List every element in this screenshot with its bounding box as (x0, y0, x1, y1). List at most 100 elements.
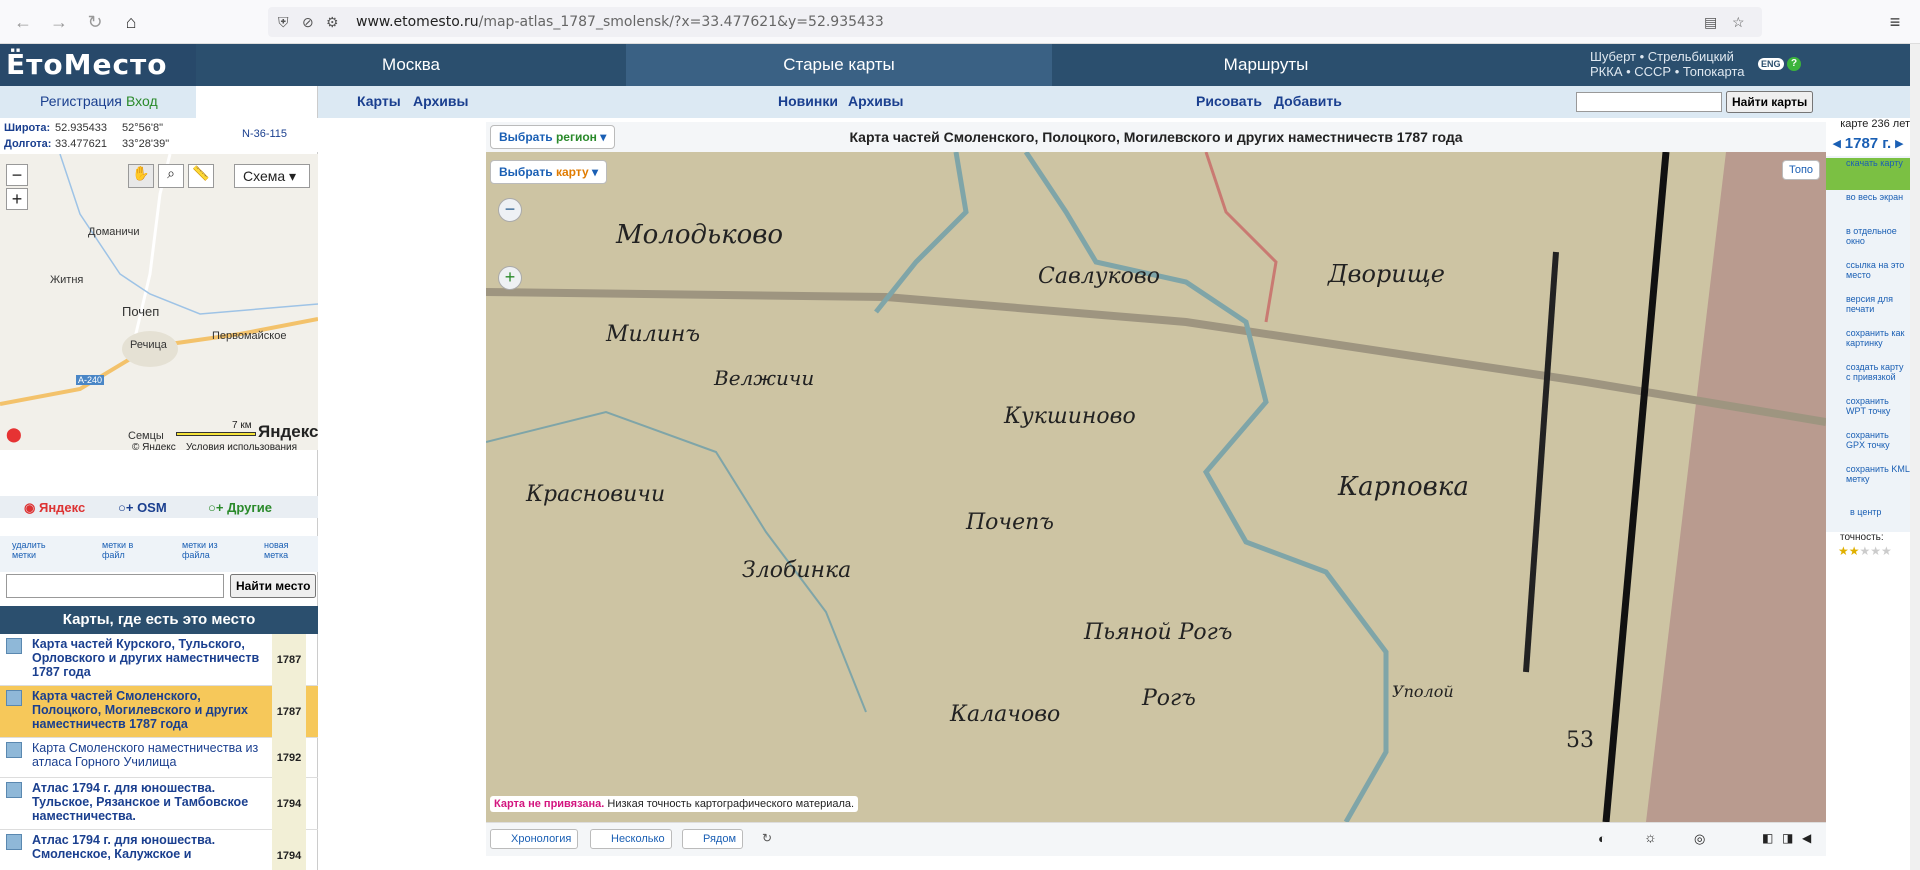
accuracy-stars: ★★★★★ (1838, 544, 1892, 558)
find-maps-button[interactable]: Найти карты (1726, 91, 1814, 113)
place-search-input[interactable] (6, 574, 224, 598)
delete-markers-button[interactable]: удалить метки (12, 540, 72, 560)
reader-icon[interactable]: ▤ (1704, 14, 1717, 31)
lang-switch[interactable]: ENG (1758, 58, 1784, 70)
map-year-nav[interactable]: ◂ 1787 г. ▸ (1826, 134, 1910, 152)
refresh-icon[interactable]: ↻ (762, 831, 772, 845)
sub-routes-add[interactable]: Добавить (1274, 93, 1342, 109)
tab-old-maps[interactable]: Старые карты (626, 44, 1052, 86)
sub-moscow-maps[interactable]: Карты (357, 93, 401, 109)
link-button[interactable]: ссылка на это место (1826, 260, 1910, 292)
layer-right-icon[interactable]: ◀ (1802, 831, 1811, 845)
shield-icon[interactable]: ⛨ (278, 14, 289, 31)
tab-moscow[interactable]: Москва (196, 44, 626, 86)
new-window-button[interactable]: в отдельное окно (1826, 226, 1910, 258)
map-icon (6, 690, 22, 706)
center-button[interactable]: в центр (1826, 496, 1910, 528)
find-place-button[interactable]: Найти место (230, 574, 317, 598)
place-label: Уполой (1392, 682, 1454, 701)
zoom-in-icon[interactable]: + (6, 188, 28, 210)
print-button[interactable]: версия для печати (1826, 294, 1910, 326)
town: Доманичи (88, 226, 140, 238)
sheet-link[interactable]: N-36-115 (242, 128, 287, 140)
markers-from-file-button[interactable]: метки из файла (182, 540, 232, 560)
map-age: карте 236 лет (1840, 118, 1910, 130)
markers-to-file-button[interactable]: метки в файл (102, 540, 152, 560)
terms-link[interactable]: Условия использования (186, 442, 297, 450)
place-label: Карповка (1338, 472, 1469, 502)
save-image-button[interactable]: сохранить как картинку (1826, 328, 1910, 360)
sub-old-new[interactable]: Новинки (778, 93, 838, 109)
location-pin-icon[interactable]: ⬤ (6, 426, 22, 443)
list-item[interactable]: Атлас 1794 г. для юношества. Смоленское,… (0, 830, 318, 870)
map-header: Выбрать регион ▾ Карта частей Смоленског… (486, 122, 1826, 152)
login-link[interactable]: Вход (126, 93, 158, 109)
map-zoom-in-icon[interactable]: + (498, 266, 522, 290)
save-wpt-button[interactable]: сохранить WPT точку (1826, 396, 1910, 428)
url-domain: www.etomesto.ru (356, 14, 479, 30)
place-label: Пьяной Рогъ (1084, 620, 1233, 645)
ruler-icon[interactable]: 📏 (188, 164, 214, 188)
right-links-2[interactable]: РККА • СССР • Топокарта (1590, 64, 1744, 79)
source-osm[interactable]: ○+ OSM (118, 500, 167, 515)
sub-old-archives[interactable]: Архивы (848, 93, 903, 109)
chronology-button[interactable]: Хронология (490, 829, 579, 849)
map-mode-select[interactable]: Схема ▾ (234, 164, 310, 188)
lat-dms: 52°56'8" (122, 122, 163, 134)
reload-icon[interactable]: ↻ (84, 11, 106, 33)
forward-icon[interactable]: → (48, 11, 70, 33)
tab-routes[interactable]: Маршруты (1052, 44, 1480, 86)
sub-moscow-archives[interactable]: Архивы (413, 93, 468, 109)
lon-label: Долгота: (4, 138, 52, 150)
nearby-button[interactable]: Рядом (682, 829, 744, 849)
fullscreen-button[interactable]: во весь экран (1826, 192, 1910, 224)
source-other[interactable]: ○+ Другие (208, 500, 272, 515)
select-map-button[interactable]: Выбрать карту ▾ (490, 160, 607, 184)
place-label: Почепъ (966, 510, 1054, 535)
save-kml-button[interactable]: сохранить KML метку (1826, 464, 1910, 496)
sub-routes-draw[interactable]: Рисовать (1196, 93, 1262, 109)
brightness-icon[interactable]: ☼ (1644, 829, 1657, 845)
topo-button[interactable]: Топо (1782, 160, 1821, 180)
permissions-icon[interactable]: ⚙ (326, 14, 339, 31)
back-icon[interactable]: ← (12, 11, 34, 33)
register-link[interactable]: Регистрация (40, 93, 122, 109)
magnifier-icon[interactable]: ⌕ (158, 164, 184, 188)
maps-list-header: Карты, где есть это место (0, 606, 318, 634)
right-links-1[interactable]: Шуберт • Стрельбицкий (1590, 49, 1744, 64)
layer-left-icon[interactable]: ◧ (1762, 831, 1773, 845)
create-map-button[interactable]: создать карту с привязкой (1826, 362, 1910, 394)
home-icon[interactable]: ⌂ (120, 11, 142, 33)
map-zoom-out-icon[interactable]: − (498, 198, 522, 222)
page-scrollbar[interactable] (1910, 44, 1920, 870)
find-maps-input[interactable] (1576, 92, 1722, 112)
help-icon[interactable]: ? (1787, 57, 1801, 71)
several-button[interactable]: Несколько (590, 829, 672, 849)
place-label: Дворище (1328, 260, 1445, 288)
save-gpx-button[interactable]: сохранить GPX точку (1826, 430, 1910, 462)
new-marker-button[interactable]: новая метка (264, 540, 314, 560)
contrast-icon[interactable]: ◐ (1598, 831, 1606, 846)
mini-map[interactable]: − + ✋ ⌕ 📏 Схема ▾ Доманичи Житня Почеп Р… (0, 154, 318, 450)
sheet-number: 53 (1566, 728, 1594, 753)
source-yandex[interactable]: ◉ Яндекс (24, 500, 85, 516)
menu-icon[interactable]: ≡ (1884, 11, 1906, 33)
list-item[interactable]: Карта частей Курского, Тульского, Орловс… (0, 634, 318, 686)
road-label: A-240 (76, 375, 105, 385)
accuracy-label: точность: (1840, 532, 1884, 543)
layer-mid-icon[interactable]: ◨ (1782, 831, 1793, 845)
bookmark-star-icon[interactable]: ☆ (1732, 14, 1745, 31)
zoom-out-icon[interactable]: − (6, 164, 28, 186)
list-item[interactable]: Карта Смоленского наместничества из атла… (0, 738, 318, 778)
download-map-button[interactable]: скачать карту (1826, 158, 1910, 190)
list-item[interactable]: Атлас 1794 г. для юношества. Тульское, Р… (0, 778, 318, 830)
hand-icon[interactable]: ✋ (128, 164, 154, 188)
old-map-view[interactable]: Молодьково Милинъ Велжичи Савлуково Двор… (486, 152, 1826, 822)
list-item-active[interactable]: Карта частей Смоленского, Полоцкого, Мог… (0, 686, 318, 738)
tracking-icon[interactable]: ⊘ (302, 14, 314, 31)
opacity-icon[interactable]: ◎ (1694, 831, 1705, 847)
place-label: Рогъ (1142, 686, 1196, 711)
address-bar[interactable]: ⛨ ⊘ ⚙ www.etomesto.ru/map-atlas_1787_smo… (268, 7, 1762, 37)
site-logo[interactable]: ЁтоМесто (0, 44, 196, 86)
place-label: Молодьково (616, 220, 784, 250)
